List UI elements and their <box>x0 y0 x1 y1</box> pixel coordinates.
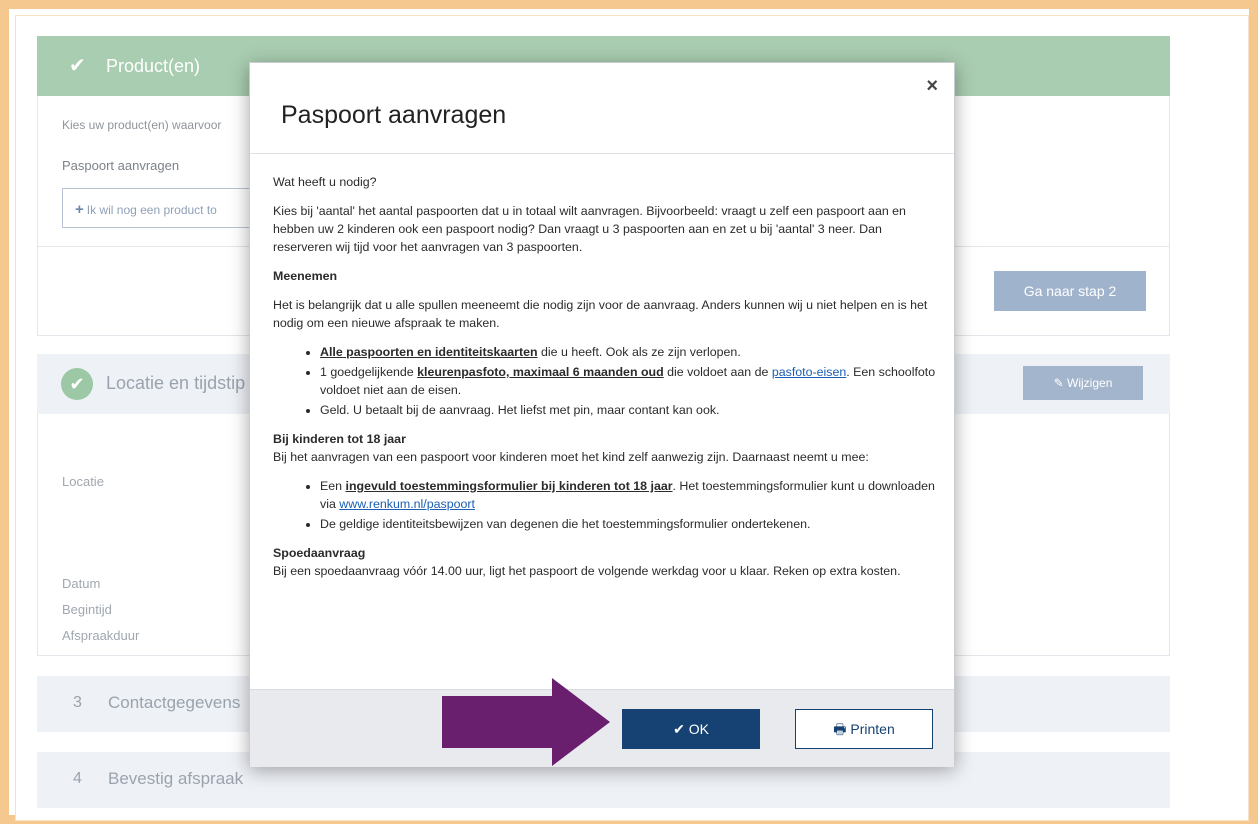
info-modal: × Paspoort aanvragen Wat heeft u nodig? … <box>249 62 955 767</box>
close-icon[interactable]: × <box>926 75 938 98</box>
intro-text: Kies bij 'aantal' het aantal paspoorten … <box>273 204 906 254</box>
label-afspraakduur: Afspraakduur <box>62 628 140 643</box>
ok-label: OK <box>688 721 709 737</box>
divider <box>250 153 954 154</box>
step1-intro: Kies uw product(en) waarvoor <box>62 118 222 132</box>
step2-title: Locatie en tijdstip <box>106 373 246 393</box>
plus-icon: + <box>75 201 84 218</box>
modal-body: Wat heeft u nodig? Kies bij 'aantal' het… <box>273 173 941 591</box>
spoed-heading: Spoedaanvraag <box>273 546 366 560</box>
step4-number: 4 <box>73 770 82 787</box>
next-step-button[interactable]: Ga naar stap 2 <box>994 271 1146 311</box>
step3-title: Contactgegevens <box>108 693 241 712</box>
list-item: Alle paspoorten en identiteitskaarten di… <box>320 343 941 361</box>
bold-underlined: Alle paspoorten en identiteitskaarten <box>320 345 538 359</box>
renkum-paspoort-link[interactable]: www.renkum.nl/paspoort <box>339 497 475 511</box>
check-circle-icon: ✔ <box>61 368 93 400</box>
list-item: 1 goedgelijkende kleurenpasfoto, maximaa… <box>320 363 941 399</box>
list-text: die voldoet aan de <box>663 365 772 379</box>
list-text: Een <box>320 479 346 493</box>
add-product-button[interactable]: + Ik wil nog een product to <box>62 188 272 228</box>
question-text: Wat heeft u nodig? <box>273 175 377 189</box>
checkmark-icon: ✔ <box>673 721 689 737</box>
pointer-arrow-icon <box>442 678 610 766</box>
print-button[interactable]: 🖶 Printen <box>795 709 933 749</box>
label-datum: Datum <box>62 576 101 591</box>
print-label: Printen <box>850 721 895 737</box>
ok-button[interactable]: ✔ OK <box>622 709 760 749</box>
list-item: De geldige identiteitsbewijzen van degen… <box>320 515 941 533</box>
step4-title: Bevestig afspraak <box>108 769 244 788</box>
edit-button[interactable]: ✎ Wijzigen <box>1023 366 1143 400</box>
list-text: 1 goedgelijkende <box>320 365 418 379</box>
meenemen-list: Alle paspoorten en identiteitskaarten di… <box>320 343 941 419</box>
edit-label: Wijzigen <box>1067 376 1113 390</box>
list-text: die u heeft. Ook als ze zijn verlopen. <box>537 345 741 359</box>
kinderen-list: Een ingevuld toestemmingsformulier bij k… <box>320 477 941 533</box>
modal-title: Paspoort aanvragen <box>281 101 507 129</box>
selected-product: Paspoort aanvragen <box>62 158 180 173</box>
meenemen-heading: Meenemen <box>273 269 338 283</box>
pencil-icon: ✎ <box>1053 376 1068 390</box>
printer-icon: 🖶 <box>833 721 851 737</box>
checkmark-icon: ✔ <box>69 55 86 77</box>
list-item: Geld. U betaalt bij de aanvraag. Het lie… <box>320 401 941 419</box>
label-locatie: Locatie <box>62 474 104 489</box>
pasfoto-eisen-link[interactable]: pasfoto-eisen <box>772 365 846 379</box>
kinderen-text: Bij het aanvragen van een paspoort voor … <box>273 450 869 464</box>
meenemen-text: Het is belangrijk dat u alle spullen mee… <box>273 298 928 330</box>
bold-underlined: ingevuld toestemmingsformulier bij kinde… <box>345 479 673 493</box>
list-item: Een ingevuld toestemmingsformulier bij k… <box>320 477 941 513</box>
step3-number: 3 <box>73 694 82 711</box>
spoed-text: Bij een spoedaanvraag vóór 14.00 uur, li… <box>273 564 901 578</box>
label-begintijd: Begintijd <box>62 602 112 617</box>
step1-title: Product(en) <box>106 56 201 76</box>
add-product-label: Ik wil nog een product to <box>86 203 217 217</box>
kinderen-heading: Bij kinderen tot 18 jaar <box>273 432 406 446</box>
bold-underlined: kleurenpasfoto, maximaal 6 maanden oud <box>417 365 664 379</box>
